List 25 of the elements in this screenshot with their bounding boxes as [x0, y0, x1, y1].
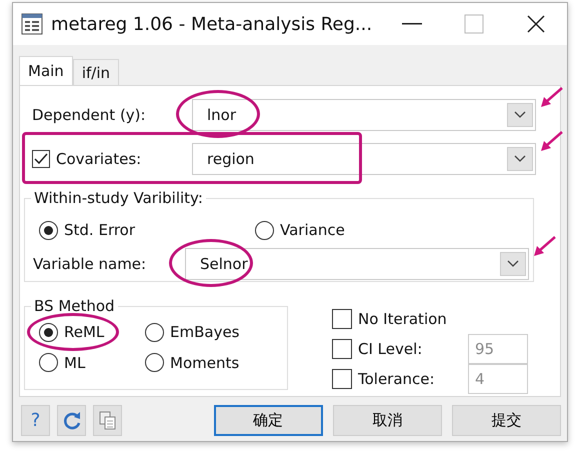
dialog-button[interactable]: 确定: [214, 405, 323, 436]
radio-label: Variance: [280, 220, 345, 241]
field-label: Dependent (y):: [32, 104, 146, 126]
checkbox-label: No Iteration: [358, 308, 447, 330]
radio-label: Std. Error: [64, 220, 136, 241]
dialog-button[interactable]: 提交: [452, 405, 562, 436]
dropdown-field[interactable]: Selnor: [185, 248, 529, 280]
checkbox-label: Tolerance:: [358, 368, 435, 390]
radio-label: ReML: [64, 322, 104, 343]
tab[interactable]: if/in: [72, 59, 119, 85]
field-value: lnor: [207, 104, 236, 126]
checkbox-label: CI Level:: [358, 338, 422, 360]
radio-label: Moments: [170, 352, 240, 374]
radio-label: EmBayes: [170, 322, 240, 343]
field-label: Variable name:: [33, 254, 146, 275]
help-button[interactable]: ?: [21, 405, 50, 436]
radio-label: ML: [64, 352, 86, 374]
tab[interactable]: Main: [19, 56, 73, 86]
dialog-button[interactable]: 取消: [332, 405, 442, 436]
field-value: Selnor: [200, 254, 248, 275]
window-title: metareg 1.06 - Meta-analysis Reg...: [51, 12, 372, 36]
checkbox-label: Covariates:: [56, 148, 142, 170]
dropdown-field[interactable]: lnor: [192, 99, 536, 131]
dropdown-field[interactable]: region: [192, 143, 536, 175]
field-value: region: [207, 148, 254, 170]
